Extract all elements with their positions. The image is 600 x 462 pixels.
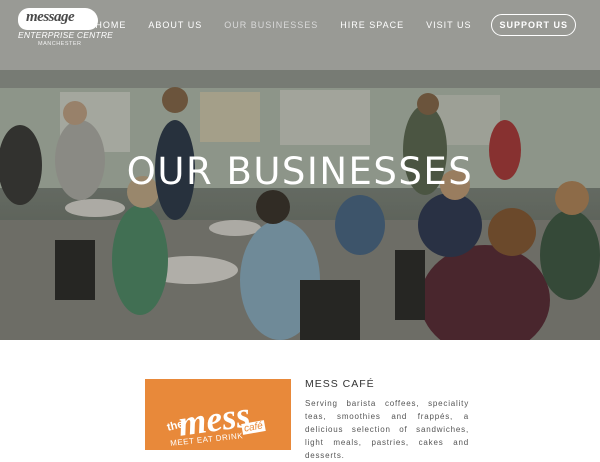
business-title: MESS CAFÉ: [305, 378, 375, 390]
business-description: Serving barista coffees, speciality teas…: [305, 399, 469, 460]
support-us-button[interactable]: SUPPORT US: [491, 14, 576, 36]
nav-about-us[interactable]: ABOUT US: [148, 20, 202, 30]
nav-home[interactable]: HOME: [95, 20, 126, 30]
nav-our-businesses[interactable]: OUR BUSINESSES: [224, 20, 318, 30]
logo-word: message: [26, 9, 75, 25]
logo-location: MANCHESTER: [38, 41, 82, 47]
nav-hire-space[interactable]: HIRE SPACE: [340, 20, 404, 30]
hero-banner: message ENTERPRISE CENTRE MANCHESTER HOM…: [0, 0, 600, 340]
nav-visit-us[interactable]: VISIT US: [426, 20, 471, 30]
logo-text-cafe: café: [241, 420, 266, 435]
top-navigation: message ENTERPRISE CENTRE MANCHESTER HOM…: [0, 0, 600, 50]
main-menu: HOME ABOUT US OUR BUSINESSES HIRE SPACE …: [73, 14, 576, 36]
mess-cafe-logo-image[interactable]: the mess café MEET EAT DRINK: [145, 379, 291, 450]
page-title: OUR BUSINESSES: [126, 150, 474, 193]
